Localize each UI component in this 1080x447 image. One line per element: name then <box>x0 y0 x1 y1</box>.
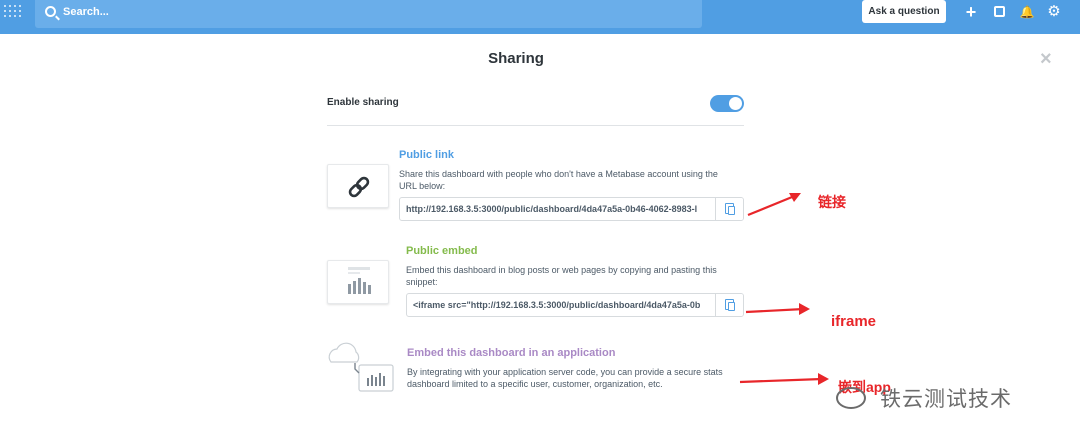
bell-icon[interactable]: 🔔 <box>1019 4 1035 20</box>
public-link-desc-2: URL below: <box>399 181 446 191</box>
divider <box>327 125 744 126</box>
public-link-url[interactable]: http://192.168.3.5:3000/public/dashboard… <box>406 204 697 214</box>
public-embed-desc-1: Embed this dashboard in blog posts or we… <box>406 265 717 275</box>
link-thumbnail <box>327 164 389 208</box>
public-link-desc-1: Share this dashboard with people who don… <box>399 169 718 179</box>
close-icon[interactable]: × <box>1040 48 1052 71</box>
browse-icon[interactable] <box>992 4 1008 20</box>
plus-icon[interactable]: + <box>963 3 979 21</box>
ask-question-button[interactable]: Ask a question <box>862 0 946 23</box>
gear-icon[interactable]: ⚙ <box>1046 4 1062 20</box>
app-embed-desc-1: By integrating with your application ser… <box>407 367 723 377</box>
app-embed-title[interactable]: Embed this dashboard in an application <box>407 347 615 359</box>
search-icon <box>45 6 56 17</box>
embed-thumbnail <box>327 260 389 304</box>
modal-title: Sharing <box>488 50 544 67</box>
public-embed-desc-2: snippet: <box>406 277 438 287</box>
copy-snippet-button[interactable] <box>715 294 743 316</box>
copy-link-button[interactable] <box>715 198 743 220</box>
metabase-logo-icon[interactable] <box>4 5 22 21</box>
embed-chart-icon <box>348 267 371 294</box>
app-embed-desc-2: dashboard limited to a specific user, cu… <box>407 379 663 389</box>
annotation-iframe-label: iframe <box>831 313 877 330</box>
app-embed-illustration-icon[interactable] <box>325 338 397 396</box>
public-embed-field[interactable]: <iframe src="http://192.168.3.5:3000/pub… <box>406 293 744 317</box>
arrow-annotation-iframe <box>745 303 810 315</box>
arrow-annotation-link <box>747 193 801 217</box>
public-link-field[interactable]: http://192.168.3.5:3000/public/dashboard… <box>399 197 744 221</box>
public-link-title: Public link <box>399 149 455 161</box>
annotation-link-label: 链接 <box>818 194 846 210</box>
public-embed-title: Public embed <box>406 245 478 257</box>
enable-sharing-toggle[interactable] <box>710 95 744 112</box>
watermark-text: 铁云测试技术 <box>880 387 1012 411</box>
public-embed-snippet[interactable]: <iframe src="http://192.168.3.5:3000/pub… <box>413 300 700 310</box>
arrow-annotation-app <box>739 373 829 385</box>
link-icon <box>348 176 370 198</box>
top-nav-bar: Search... Ask a question + 🔔 ⚙ <box>0 0 1080 34</box>
enable-sharing-label: Enable sharing <box>327 97 399 108</box>
search-bar[interactable]: Search... <box>35 0 702 28</box>
search-placeholder: Search... <box>63 6 109 18</box>
wechat-watermark-icon <box>836 387 866 409</box>
